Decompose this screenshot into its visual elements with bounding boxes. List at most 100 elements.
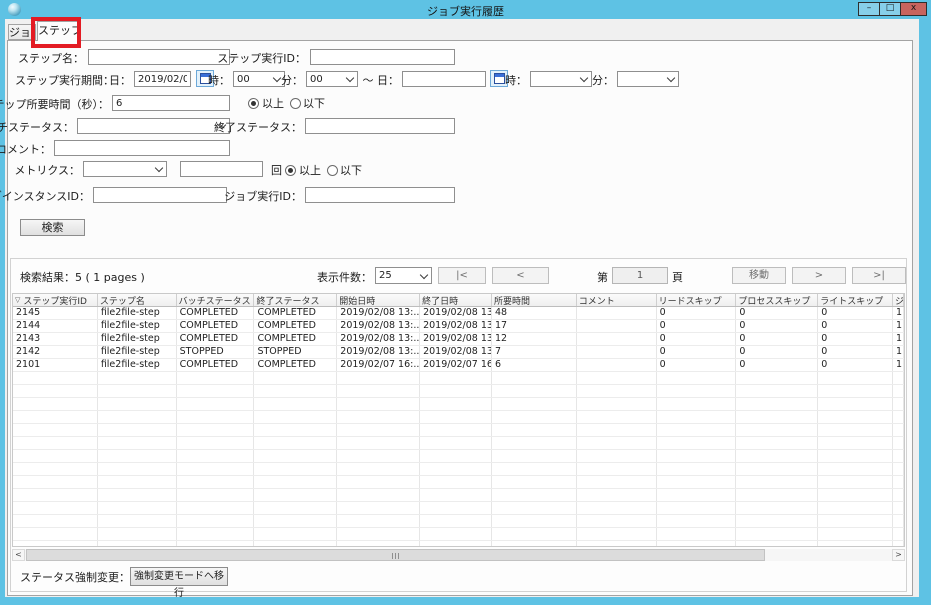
column-header[interactable]: 終了ステータス xyxy=(254,294,337,306)
minimize-button[interactable]: – xyxy=(858,2,880,16)
column-header[interactable]: プロセススキップ xyxy=(736,294,818,306)
duration-gte-radio[interactable] xyxy=(248,98,259,109)
table-cell: file2file-step xyxy=(98,359,177,371)
table-cell: 1 xyxy=(893,307,904,319)
table-cell xyxy=(254,541,337,547)
table-cell xyxy=(577,424,657,436)
column-header[interactable]: ステップ名 xyxy=(98,294,177,306)
prev-page-button[interactable]: < xyxy=(492,267,549,284)
scrollbar-track[interactable] xyxy=(25,549,892,561)
column-header[interactable]: ライトスキップ xyxy=(818,294,893,306)
to-date-input[interactable] xyxy=(402,71,486,87)
step-name-input[interactable] xyxy=(88,49,230,65)
results-table: ▽ステップ実行IDステップ名バッチステータス終了ステータス開始日時終了日時所要時… xyxy=(12,293,905,547)
go-page-button[interactable]: 移動 xyxy=(732,267,786,284)
metrics-lte-label: 以下 xyxy=(340,164,362,177)
from-minute-select[interactable]: 00 xyxy=(306,71,358,87)
next-page-button[interactable]: > xyxy=(792,267,846,284)
table-cell xyxy=(657,476,737,488)
force-change-button[interactable]: 強制変更モードへ移行 xyxy=(130,567,228,586)
page-size-select[interactable]: 25 xyxy=(375,267,432,284)
column-header[interactable]: リードスキップ xyxy=(657,294,737,306)
metrics-lte-radio[interactable] xyxy=(327,165,338,176)
table-row[interactable]: 2143file2file-stepCOMPLETEDCOMPLETED2019… xyxy=(13,333,904,346)
table-cell: 17 xyxy=(492,320,577,332)
from-date-input[interactable] xyxy=(134,71,191,87)
metrics-count-input[interactable] xyxy=(180,161,263,177)
search-button[interactable]: 検索 xyxy=(20,219,85,236)
table-cell: COMPLETED xyxy=(177,333,255,345)
close-button[interactable]: x xyxy=(900,2,927,16)
table-cell xyxy=(577,476,657,488)
duration-input[interactable] xyxy=(112,95,230,111)
table-cell: 0 xyxy=(657,359,737,371)
table-cell xyxy=(98,463,177,475)
table-empty-row xyxy=(13,463,904,476)
column-header-label: ステップ実行ID xyxy=(23,294,87,306)
table-empty-row xyxy=(13,450,904,463)
table-cell xyxy=(818,411,893,423)
table-cell xyxy=(98,489,177,501)
table-cell xyxy=(893,489,904,501)
table-cell xyxy=(254,528,337,540)
chevron-down-icon xyxy=(667,74,675,82)
table-row[interactable]: 2101file2file-stepCOMPLETEDCOMPLETED2019… xyxy=(13,359,904,372)
table-cell: 48 xyxy=(492,307,577,319)
table-cell xyxy=(13,385,98,397)
column-header[interactable]: コメント xyxy=(577,294,657,306)
table-cell xyxy=(492,411,577,423)
table-cell xyxy=(420,489,492,501)
maximize-button[interactable]: □ xyxy=(879,2,901,16)
maximize-icon: □ xyxy=(886,3,895,13)
from-hour-select[interactable]: 00 xyxy=(233,71,285,87)
from-minute-label: 分： xyxy=(281,74,303,87)
chevron-down-icon xyxy=(420,270,428,278)
title-bar[interactable]: ジョブ実行履歴 – □ x xyxy=(0,0,931,19)
column-header[interactable]: 所要時間 xyxy=(492,294,577,306)
horizontal-scrollbar[interactable] xyxy=(12,549,905,561)
table-row[interactable]: 2142file2file-stepSTOPPEDSTOPPED2019/02/… xyxy=(13,346,904,359)
exit-status-input[interactable] xyxy=(305,118,455,134)
table-cell: 1 xyxy=(893,333,904,345)
column-header[interactable]: ジ xyxy=(893,294,904,306)
batch-status-select[interactable] xyxy=(77,118,230,134)
table-cell xyxy=(657,372,737,384)
table-row[interactable]: 2144file2file-stepCOMPLETEDCOMPLETED2019… xyxy=(13,320,904,333)
column-header[interactable]: 終了日時 xyxy=(420,294,492,306)
table-cell xyxy=(577,346,657,358)
table-cell xyxy=(13,437,98,449)
job-instance-id-input[interactable] xyxy=(93,187,227,203)
table-cell xyxy=(254,502,337,514)
table-cell xyxy=(577,515,657,527)
job-exec-id-label: ジョブ実行ID： xyxy=(224,190,302,203)
first-page-button[interactable]: |< xyxy=(438,267,486,284)
table-cell xyxy=(337,398,420,410)
metrics-gte-radio[interactable] xyxy=(285,165,296,176)
table-cell: COMPLETED xyxy=(254,359,337,371)
table-cell xyxy=(577,463,657,475)
window-title: ジョブ実行履歴 xyxy=(0,3,931,19)
to-date-label: ～ 日： xyxy=(363,74,400,87)
column-header[interactable]: ▽ステップ実行ID xyxy=(13,294,98,306)
to-hour-select[interactable] xyxy=(530,71,592,87)
duration-lte-radio[interactable] xyxy=(290,98,301,109)
last-page-button[interactable]: >| xyxy=(852,267,906,284)
step-exec-id-input[interactable] xyxy=(310,49,455,65)
scroll-left-button[interactable] xyxy=(12,549,25,561)
table-cell xyxy=(893,463,904,475)
page-number-input[interactable] xyxy=(612,267,668,284)
table-cell xyxy=(420,450,492,462)
job-exec-id-input[interactable] xyxy=(305,187,455,203)
step-exec-id-label: ステップ実行ID： xyxy=(217,52,306,65)
table-cell xyxy=(893,424,904,436)
metrics-select[interactable] xyxy=(83,161,167,177)
column-header[interactable]: 開始日時 xyxy=(337,294,420,306)
table-row[interactable]: 2145file2file-stepCOMPLETEDCOMPLETED2019… xyxy=(13,307,904,320)
scroll-right-button[interactable] xyxy=(892,549,905,561)
comment-input[interactable] xyxy=(54,140,230,156)
to-minute-select[interactable] xyxy=(617,71,679,87)
table-cell xyxy=(254,463,337,475)
scrollbar-thumb[interactable] xyxy=(26,549,765,561)
table-cell xyxy=(337,372,420,384)
column-header[interactable]: バッチステータス xyxy=(177,294,255,306)
